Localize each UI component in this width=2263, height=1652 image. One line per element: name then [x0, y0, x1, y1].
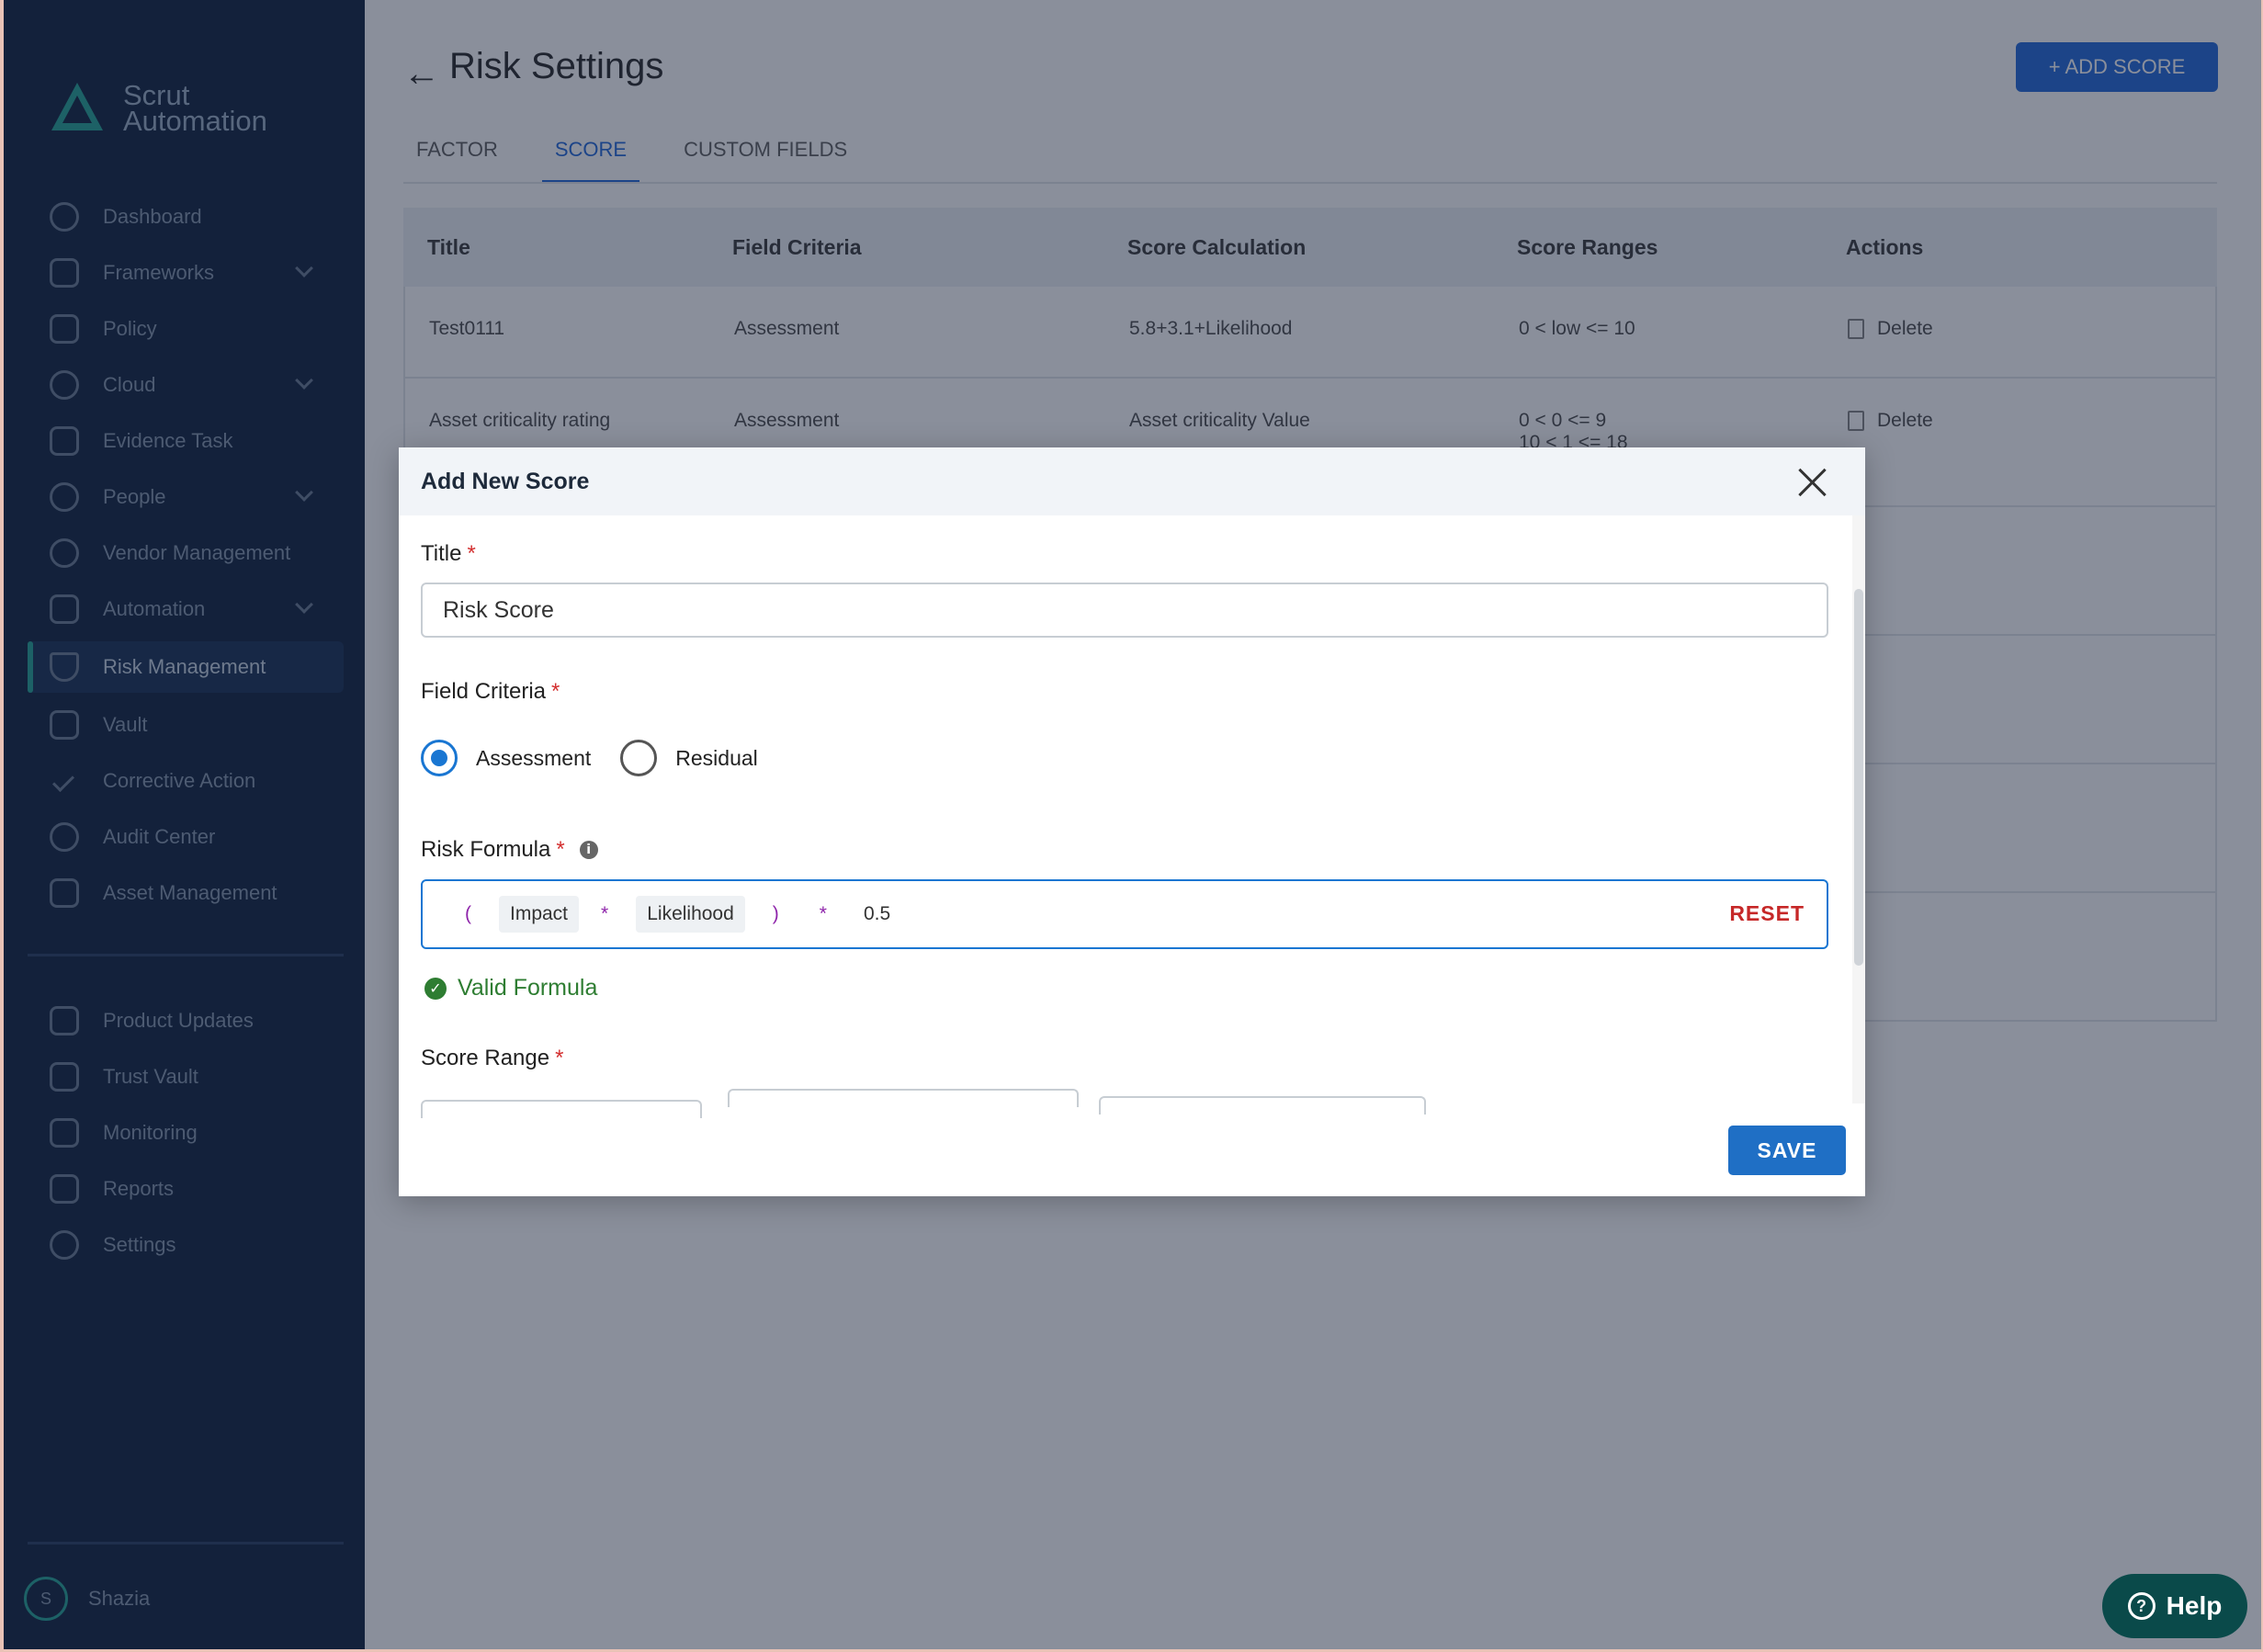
title-input[interactable]	[421, 583, 1828, 638]
radio-residual[interactable]	[620, 740, 658, 776]
formula-operator: *	[601, 903, 609, 924]
risk-formula-label-text: Risk Formula	[421, 837, 551, 862]
range-name-field[interactable]	[421, 1100, 702, 1118]
help-button[interactable]: ? Help	[2102, 1574, 2247, 1638]
range-min-field[interactable]	[728, 1089, 1079, 1107]
formula-open-paren: (	[465, 903, 471, 924]
formula-valid-status: ✓ Valid Formula	[424, 975, 597, 1001]
reset-button[interactable]: RESET	[1729, 901, 1805, 926]
app-window: Scrut Automation Dashboard Frameworks Po…	[4, 0, 2261, 1649]
save-button[interactable]: SAVE	[1728, 1126, 1846, 1175]
field-criteria-label-text: Field Criteria	[421, 679, 547, 704]
required-asterisk: *	[551, 679, 560, 704]
required-asterisk: *	[555, 1046, 564, 1070]
required-asterisk: *	[556, 837, 565, 862]
risk-formula-input[interactable]: ( Impact * Likelihood ) * 0.5 RESET	[421, 879, 1828, 949]
field-criteria-radio-group: Assessment Residual	[421, 740, 787, 776]
radio-assessment[interactable]	[421, 740, 458, 776]
close-icon[interactable]	[1797, 468, 1827, 497]
field-criteria-label: Field Criteria *	[421, 679, 560, 705]
add-score-dialog: Add New Score Title* Field Criteria* Ass…	[399, 447, 1865, 1196]
score-range-label: Score Range *	[421, 1046, 563, 1071]
scrollbar-thumb[interactable]	[1854, 589, 1863, 966]
dialog-title: Add New Score	[421, 468, 590, 494]
valid-formula-text: Valid Formula	[458, 975, 598, 1001]
check-circle-icon: ✓	[424, 977, 447, 1000]
title-label-text: Title	[421, 541, 462, 566]
info-icon[interactable]: i	[579, 841, 598, 859]
radio-residual-label[interactable]: Residual	[675, 746, 758, 771]
title-label: Title *	[421, 541, 476, 567]
formula-close-paren: )	[772, 903, 779, 924]
question-icon: ?	[2127, 1592, 2156, 1620]
help-label: Help	[2166, 1591, 2223, 1620]
required-asterisk: *	[467, 541, 476, 566]
score-range-label-text: Score Range	[421, 1046, 550, 1070]
formula-chip-impact[interactable]: Impact	[499, 896, 580, 933]
formula-chip-likelihood[interactable]: Likelihood	[636, 896, 745, 933]
dialog-scrollbar[interactable]	[1852, 515, 1865, 1103]
dialog-header: Add New Score	[399, 447, 1865, 515]
formula-number: 0.5	[863, 903, 891, 924]
range-max-field[interactable]	[1099, 1096, 1426, 1115]
risk-formula-label: Risk Formula * i	[421, 837, 598, 863]
radio-assessment-label[interactable]: Assessment	[476, 746, 591, 771]
formula-operator: *	[819, 903, 827, 924]
